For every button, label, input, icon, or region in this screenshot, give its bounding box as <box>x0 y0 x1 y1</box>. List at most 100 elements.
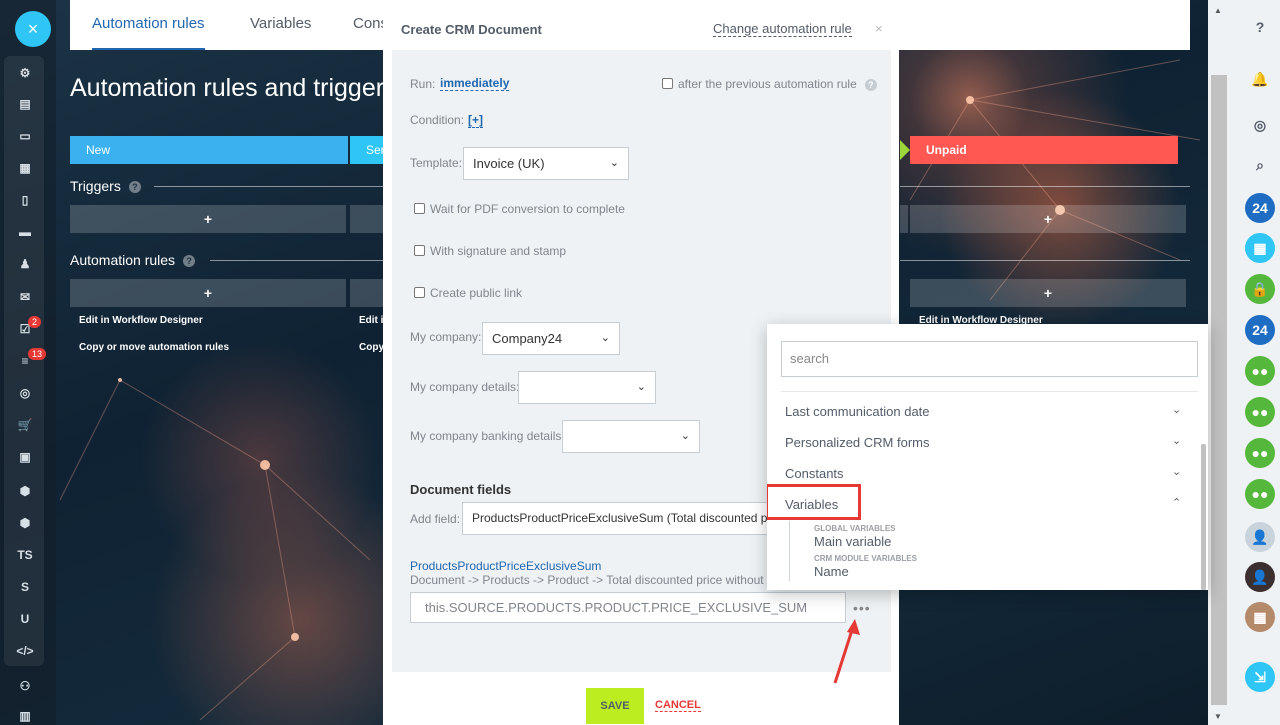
save-button[interactable]: SAVE <box>586 688 644 724</box>
robot-icon[interactable]: ⚇ <box>14 676 36 696</box>
group-icon[interactable]: ●● <box>1245 438 1275 468</box>
help-icon[interactable]: ? <box>128 181 141 194</box>
add-rule-button[interactable]: + <box>910 279 1186 307</box>
drive-icon[interactable]: ▬ <box>14 222 36 242</box>
id-card-icon[interactable]: ▣ <box>14 447 36 467</box>
add-rule-button[interactable] <box>350 279 383 307</box>
edit-in-designer-link[interactable]: Edit in Workflow Designer <box>79 315 203 326</box>
chevron-down-icon[interactable]: ⌄ <box>1172 465 1181 478</box>
copy-rules-link[interactable]: Copy or move automation rules <box>79 342 229 353</box>
change-rule-link[interactable]: Change automation rule <box>713 21 852 37</box>
more-icon[interactable]: ••• <box>853 600 871 616</box>
chevron-down-icon[interactable]: ⌄ <box>1172 434 1181 447</box>
annotation-arrow <box>833 619 860 684</box>
condition-add-link[interactable]: [+] <box>468 113 483 128</box>
group-icon[interactable]: ●● <box>1245 356 1275 386</box>
popup-scrollbar[interactable] <box>1201 444 1206 590</box>
signature-stamp-checkbox[interactable]: With signature and stamp <box>414 244 566 258</box>
dialog-footer: SAVE CANCEL <box>383 678 899 725</box>
checkbox-label: Create public link <box>430 286 523 300</box>
add-trigger-button[interactable]: + <box>70 205 346 233</box>
template-select[interactable]: Invoice (UK) ⌄ <box>463 147 629 180</box>
group-icon[interactable]: ●● <box>1245 397 1275 427</box>
pulse-icon[interactable]: ⚙ <box>14 63 36 83</box>
chevron-down-icon[interactable]: ⌄ <box>1172 403 1181 416</box>
field-name-link[interactable]: ProductsProductPriceExclusiveSum <box>410 559 601 573</box>
run-value-link[interactable]: immediately <box>440 76 510 91</box>
calendar-icon[interactable]: ▦ <box>1245 602 1275 632</box>
after-previous-checkbox[interactable]: after the previous automation rule? <box>662 77 877 91</box>
chat-search-icon[interactable]: ◎ <box>1245 110 1275 140</box>
add-trigger-button[interactable]: + <box>910 205 1186 233</box>
group-constants[interactable]: Constants <box>785 466 844 481</box>
scroll-down-icon[interactable]: ▼ <box>1214 712 1222 721</box>
mail-icon[interactable]: ✉ <box>14 287 36 307</box>
template-value: Invoice (UK) <box>473 156 545 171</box>
call-icon[interactable]: ⇲ <box>1245 662 1275 692</box>
box-icon[interactable]: ⬢ <box>14 481 36 501</box>
add-field-select[interactable]: ProductsProductPriceExclusiveSum (Total … <box>462 502 802 535</box>
chat-icon[interactable]: ▭ <box>14 126 36 146</box>
help-icon[interactable]: ? <box>183 255 196 268</box>
news-icon[interactable]: ▤ <box>14 94 36 114</box>
scroll-thumb[interactable] <box>1211 75 1227 705</box>
stage-new[interactable]: New <box>70 136 348 164</box>
crm-badge: 13 <box>28 348 47 360</box>
chevron-down-icon: ⌄ <box>609 157 619 169</box>
grid-icon[interactable]: ▥ <box>14 706 36 725</box>
target-icon[interactable]: ◎ <box>14 383 36 403</box>
copy-rules-link[interactable]: Copy <box>359 342 384 353</box>
tab-automation-rules[interactable]: Automation rules <box>92 15 205 50</box>
my-company-details-select[interactable]: ⌄ <box>518 371 656 404</box>
stage-sent[interactable]: Ser <box>350 136 385 164</box>
bell-icon[interactable]: 🔔 <box>1245 64 1275 94</box>
checkbox-box[interactable] <box>662 78 673 89</box>
code-icon[interactable]: </> <box>14 641 36 661</box>
cancel-button[interactable]: CANCEL <box>655 699 701 712</box>
lock-icon[interactable]: 🔒 <box>1245 274 1275 304</box>
search-input[interactable]: search <box>781 341 1198 377</box>
add-rule-button[interactable]: + <box>70 279 346 307</box>
group-icon[interactable]: ●● <box>1245 479 1275 509</box>
group-personalized-forms[interactable]: Personalized CRM forms <box>785 435 930 450</box>
b24-icon[interactable]: 24 <box>1245 193 1275 223</box>
variable-name[interactable]: Name <box>814 564 849 579</box>
tab-variables[interactable]: Variables <box>250 15 311 32</box>
checkbox-box[interactable] <box>414 245 425 256</box>
help-icon[interactable]: ? <box>864 78 877 91</box>
divider <box>900 186 1190 187</box>
s-item[interactable]: S <box>14 577 36 597</box>
b24-icon[interactable]: 24 <box>1245 315 1275 345</box>
my-company-select[interactable]: Company24 ⌄ <box>482 322 620 355</box>
scroll-up-icon[interactable]: ▲ <box>1214 6 1222 15</box>
pdf-conversion-checkbox[interactable]: Wait for PDF conversion to complete <box>414 202 625 216</box>
avatar-icon[interactable]: 👤 <box>1245 522 1275 552</box>
highlight-box <box>767 484 861 520</box>
close-icon[interactable]: × <box>875 21 883 36</box>
calendar-icon[interactable]: ▦ <box>1245 233 1275 263</box>
cart-icon[interactable]: 🛒 <box>14 415 36 435</box>
box2-icon[interactable]: ⬢ <box>14 513 36 533</box>
help-icon[interactable]: ? <box>1245 12 1275 42</box>
field-expression-input[interactable]: this.SOURCE.PRODUCTS.PRODUCT.PRICE_EXCLU… <box>410 592 846 623</box>
checkbox-box[interactable] <box>414 203 425 214</box>
checkbox-box[interactable] <box>414 287 425 298</box>
contacts-icon[interactable]: ♟ <box>14 254 36 274</box>
u-item[interactable]: U <box>14 609 36 629</box>
public-link-checkbox[interactable]: Create public link <box>414 286 522 300</box>
group-last-communication[interactable]: Last communication date <box>785 404 930 419</box>
variable-main[interactable]: Main variable <box>814 534 891 549</box>
avatar-icon[interactable]: 👤 <box>1245 562 1275 592</box>
search-icon[interactable]: ⌕ <box>1245 150 1275 180</box>
calendar-icon[interactable]: ▦ <box>14 158 36 178</box>
add-trigger-button[interactable] <box>900 205 908 233</box>
stage-unpaid[interactable]: Unpaid <box>910 136 1178 164</box>
page-scrollbar[interactable]: ▲ ▼ <box>1208 0 1230 725</box>
close-menu-button[interactable]: × <box>15 11 51 47</box>
document-icon[interactable]: ▯ <box>14 190 36 210</box>
edit-in-designer-link[interactable]: Edit i <box>359 315 383 326</box>
add-trigger-button[interactable] <box>350 205 383 233</box>
my-company-banking-select[interactable]: ⌄ <box>562 420 700 453</box>
ts-item[interactable]: TS <box>14 545 36 565</box>
chevron-up-icon[interactable]: ⌃ <box>1172 496 1181 509</box>
